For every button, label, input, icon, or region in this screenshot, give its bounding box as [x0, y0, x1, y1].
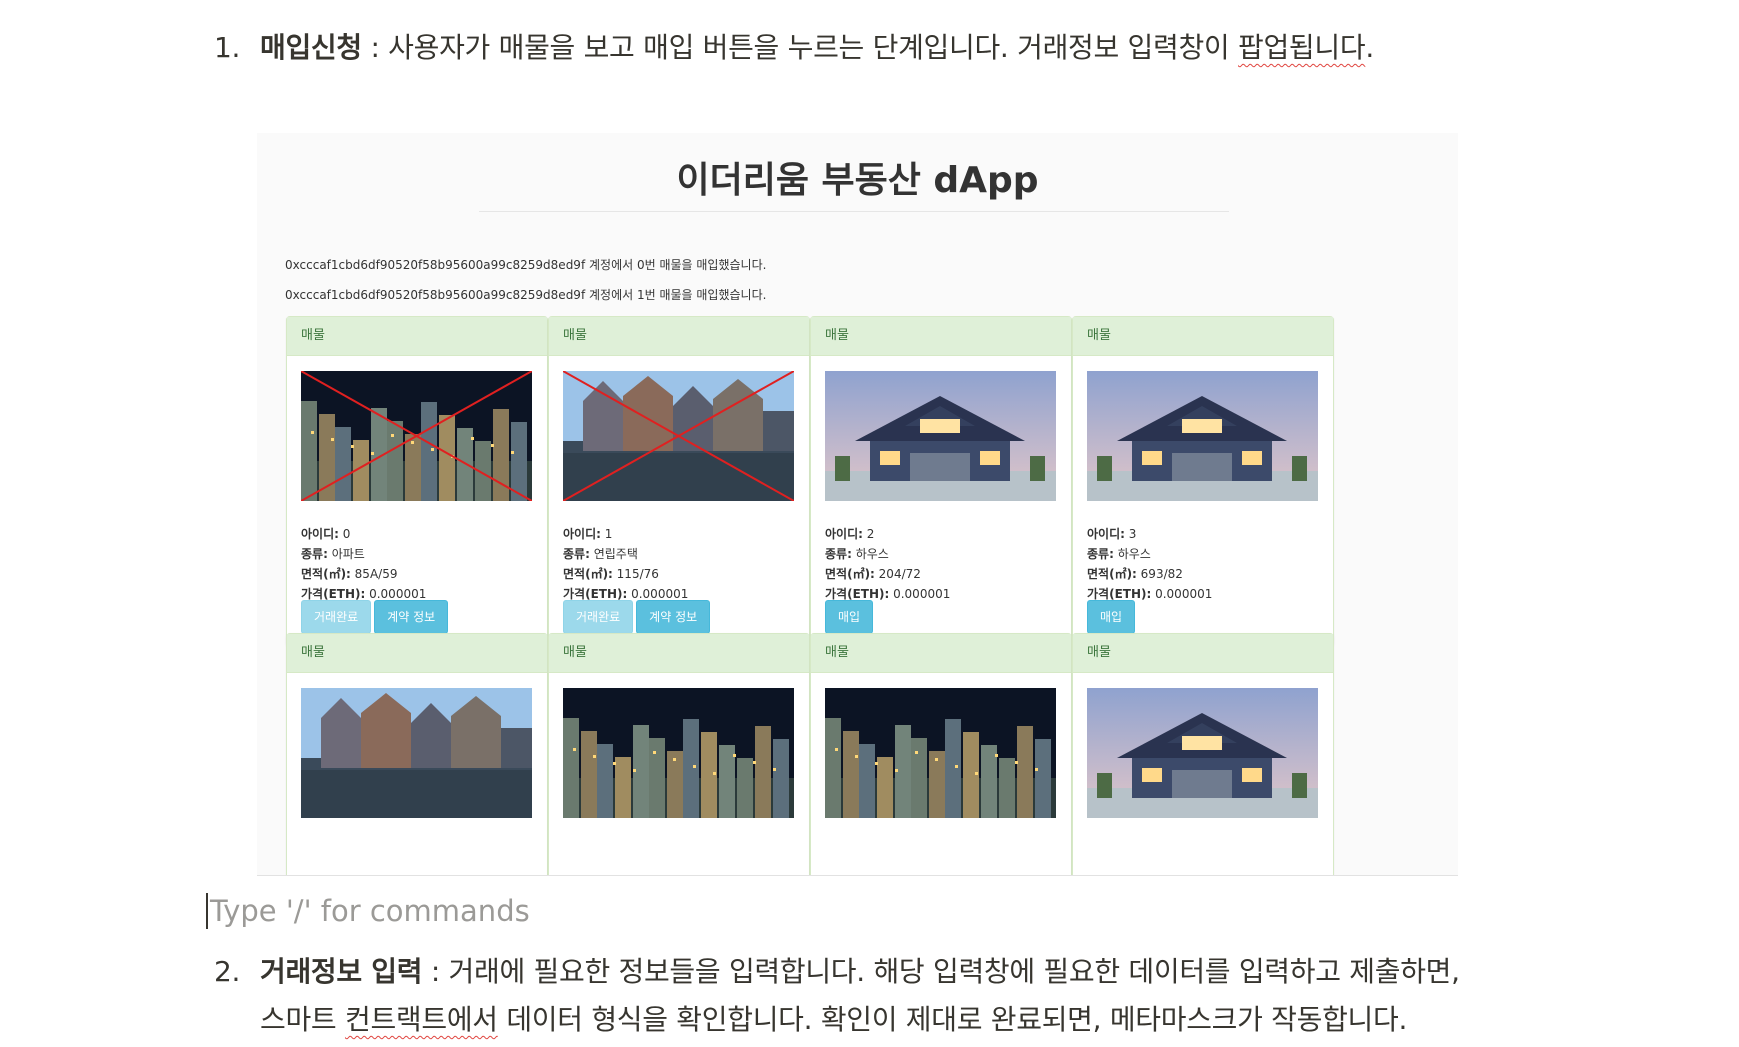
step-2: 2. 거래정보 입력 : 거래에 필요한 정보들을 입력합니다. 해당 입력창에 …: [214, 948, 1594, 1044]
city-night-icon: [301, 371, 532, 501]
sold-button[interactable]: 거래완료: [301, 600, 372, 634]
step-number: 2.: [214, 955, 241, 988]
notion-page: 1. 매입신청 : 사용자가 매물을 보고 매입 버튼을 누르는 단계입니다. 거…: [0, 0, 1739, 1047]
listing-id: 아이디: 0: [301, 527, 351, 541]
listing-card: 매물: [1072, 633, 1334, 875]
listing-type: 종류: 연립주택: [563, 547, 638, 561]
listing-header: 매물: [549, 317, 809, 356]
listing-header: 매물: [811, 317, 1071, 356]
step-text: 데이터 형식을 확인합니다. 확인이 제대로 완료되면, 메타마스크가 작동합니…: [497, 1003, 1408, 1036]
listing-id: 아이디: 3: [1087, 527, 1137, 541]
listing-card: 매물: [548, 633, 810, 875]
listing-area: 면적(㎡): 85A/59: [301, 567, 398, 581]
step-text: : 사용자가 매물을 보고 매입 버튼을 누르는 단계입니다. 거래정보 입력창…: [361, 31, 1238, 64]
listing-area: 면적(㎡): 204/72: [825, 567, 921, 581]
step-number: 1.: [214, 31, 241, 64]
listing-type: 종류: 하우스: [1087, 547, 1151, 561]
listing-id: 아이디: 1: [563, 527, 613, 541]
house-icon: [1087, 371, 1318, 501]
purchase-log: 0xcccaf1cbd6df90520f58b95600a99c8259d8ed…: [285, 258, 767, 272]
command-input[interactable]: Type '/' for commands: [206, 893, 530, 929]
listing-details: 아이디: 1 종류: 연립주택 면적(㎡): 115/76 가격(ETH): 0.00…: [563, 524, 688, 604]
step-text: : 거래에 필요한 정보들을 입력합니다. 해당 입력창에 필요한 데이터를 입…: [422, 955, 1460, 988]
spellcheck-word[interactable]: 팝업됩니다: [1238, 31, 1366, 64]
listing-area: 면적(㎡): 693/82: [1087, 567, 1183, 581]
step-text: 스마트: [260, 1003, 345, 1036]
listing-card: 매물: [810, 633, 1072, 875]
listing-header: 매물: [287, 634, 547, 673]
embedded-screenshot: 이더리움 부동산 dApp 0xcccaf1cbd6df90520f58b956…: [257, 133, 1458, 876]
listing-header: 매물: [1073, 317, 1333, 356]
buy-button[interactable]: 매입: [825, 600, 874, 634]
spellcheck-word[interactable]: 컨트랙트에서: [345, 1003, 498, 1036]
listing-id: 아이디: 2: [825, 527, 875, 541]
sold-button[interactable]: 거래완료: [563, 600, 634, 634]
contract-info-button[interactable]: 계약 정보: [636, 600, 711, 634]
listing-header: 매물: [811, 634, 1071, 673]
step-text-end: .: [1365, 31, 1374, 64]
house-icon: [1087, 688, 1318, 818]
listing-card: 매물 아이디: 3 종류: 하우스 면적(㎡): 693/82 가격(ETH): 0.0…: [1072, 316, 1334, 646]
dapp-title: 이더리움 부동산 dApp: [676, 160, 1039, 201]
house-icon: [825, 371, 1056, 501]
listing-header: 매물: [287, 317, 547, 356]
listing-details: 아이디: 0 종류: 아파트 면적(㎡): 85A/59 가격(ETH): 0.000…: [301, 524, 426, 604]
listing-card: 매물 아이디: 1 종류: 연립주택 면적(㎡): 115/76 가격(ETH): 0.…: [548, 316, 810, 646]
listing-type: 종류: 하우스: [825, 547, 889, 561]
title-divider: [479, 211, 1229, 212]
listing-type: 종류: 아파트: [301, 547, 365, 561]
step-title: 거래정보 입력: [260, 955, 423, 988]
listing-card: 매물 아이디: 2 종류: 하우스 면적(㎡): 204/72 가격(ETH): 0.0…: [810, 316, 1072, 646]
listing-card: 매물: [286, 633, 548, 875]
step-title: 매입신청: [260, 31, 362, 64]
buy-button[interactable]: 매입: [1087, 600, 1136, 634]
city-night-icon: [563, 688, 794, 818]
listing-details: 아이디: 2 종류: 하우스 면적(㎡): 204/72 가격(ETH): 0.000…: [825, 524, 950, 604]
step-1: 1. 매입신청 : 사용자가 매물을 보고 매입 버튼을 누르는 단계입니다. 거…: [214, 24, 1374, 72]
city-night-icon: [825, 688, 1056, 818]
canal-houses-icon: [563, 371, 794, 501]
listing-area: 면적(㎡): 115/76: [563, 567, 659, 581]
listing-details: 아이디: 3 종류: 하우스 면적(㎡): 693/82 가격(ETH): 0.000…: [1087, 524, 1212, 604]
listing-card: 매물 아이디: 0 종류: 아파트 면적(㎡): 85A/59 가격(ETH): 0.0…: [286, 316, 548, 646]
purchase-log: 0xcccaf1cbd6df90520f58b95600a99c8259d8ed…: [285, 288, 767, 302]
listing-header: 매물: [549, 634, 809, 673]
contract-info-button[interactable]: 계약 정보: [374, 600, 449, 634]
listing-header: 매물: [1073, 634, 1333, 673]
canal-houses-icon: [301, 688, 532, 818]
